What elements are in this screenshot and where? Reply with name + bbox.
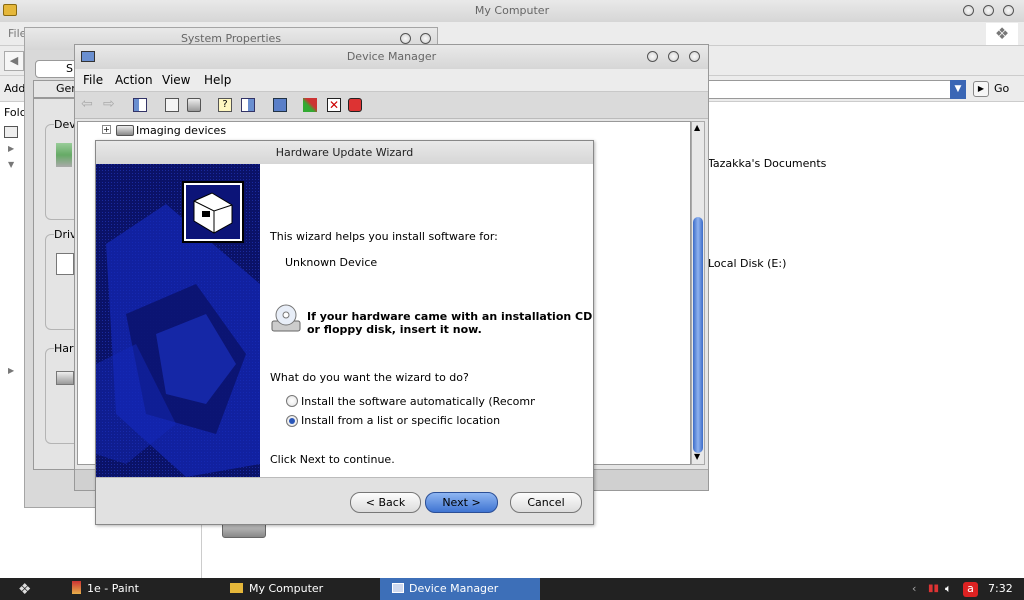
go-arrow-icon[interactable]: ▶ [973, 81, 989, 97]
dm-minimize-button[interactable] [647, 51, 658, 62]
scroll-up-icon[interactable]: ▲ [694, 123, 700, 132]
update-driver-icon[interactable] [303, 98, 317, 112]
driver-signing-icon [56, 253, 74, 275]
computer-icon [392, 583, 404, 593]
scroll-thumb[interactable] [693, 217, 703, 453]
device-stack-icon [56, 143, 72, 167]
imaging-devices-icon [116, 125, 134, 136]
local-disk-item[interactable]: Local Disk (E:) [708, 257, 786, 270]
address-label: Add [4, 82, 26, 95]
device-manager-title: Device Manager [346, 50, 437, 63]
sp-maximize-button[interactable] [400, 33, 411, 44]
list-install-radio[interactable] [286, 415, 298, 427]
hardware-update-wizard: Hardware Update Wizard This wizard helps… [95, 140, 594, 525]
clock[interactable]: 7:32 [988, 578, 1013, 600]
documents-item[interactable]: Tazakka's Documents [708, 157, 826, 170]
my-computer-titlebar: My Computer [0, 0, 1024, 22]
back-arrow-icon[interactable]: ◀ [4, 51, 24, 71]
device-manager-titlebar: Device Manager [75, 45, 708, 69]
dm-maximize-button[interactable] [668, 51, 679, 62]
wizard-titlebar: Hardware Update Wizard [96, 141, 593, 164]
next-button[interactable]: Next > [425, 492, 498, 513]
uninstall-icon[interactable]: ✕ [327, 98, 341, 112]
dm-menu-help[interactable]: Help [204, 69, 231, 91]
cd-prompt-line2: or floppy disk, insert it now. [307, 323, 482, 336]
continue-text: Click Next to continue. [270, 453, 395, 466]
print-icon[interactable] [187, 98, 201, 112]
paint-icon [72, 581, 81, 594]
sp-close-button[interactable] [420, 33, 431, 44]
dm-close-button[interactable] [689, 51, 700, 62]
view-icon[interactable] [241, 98, 255, 112]
hardware-wizard-icon [182, 181, 244, 243]
properties-icon[interactable] [165, 98, 179, 112]
wizard-banner [96, 164, 260, 477]
taskbar-item-device-manager[interactable]: Device Manager [380, 578, 540, 600]
cancel-button[interactable]: Cancel [510, 492, 582, 513]
show-hide-tree-icon[interactable] [133, 98, 147, 112]
radio-selected-dot [289, 418, 295, 424]
hardware-profile-icon [56, 371, 74, 385]
volume-icon[interactable]: 🔈︎ [945, 578, 952, 600]
dm-menu-file[interactable]: File [83, 69, 103, 91]
windows-logo-icon: ❖ [986, 23, 1018, 45]
network-signal-icon[interactable]: ▮▮ [928, 578, 939, 600]
tree-collapse-icon[interactable]: ▼ [8, 160, 14, 169]
start-button[interactable]: ❖ [18, 578, 31, 600]
folder-icon [3, 4, 17, 16]
forward-icon[interactable]: ⇨ [103, 96, 117, 112]
taskbar-item-paint[interactable]: 1e - Paint [72, 578, 222, 600]
folder-tree-icon [4, 126, 18, 138]
auto-install-label[interactable]: Install the software automatically (Reco… [301, 395, 535, 408]
security-alert-icon[interactable]: a [963, 582, 978, 597]
minimize-button[interactable] [963, 5, 974, 16]
help-icon[interactable]: ? [218, 98, 232, 112]
address-dropdown-icon[interactable]: ▼ [950, 80, 966, 99]
folder-icon [230, 583, 243, 593]
close-button[interactable] [1003, 5, 1014, 16]
tree-expander-icon[interactable]: + [102, 125, 111, 134]
cd-icon [270, 303, 302, 333]
dm-menu-bar: File Action View Help [75, 69, 708, 91]
auto-install-radio[interactable] [286, 395, 298, 407]
dm-scrollbar[interactable]: ▲ ▼ [691, 121, 705, 465]
computer-icon [81, 51, 95, 62]
wizard-button-bar: < Back Next > Cancel [96, 477, 593, 524]
wizard-title: Hardware Update Wizard [275, 146, 414, 159]
wizard-question: What do you want the wizard to do? [270, 371, 469, 384]
address-input[interactable] [700, 80, 966, 99]
go-button[interactable]: Go [994, 82, 1009, 95]
folders-label: Folc [4, 106, 26, 119]
imaging-devices-item[interactable]: Imaging devices [136, 124, 226, 137]
tray-chevron-icon[interactable]: ‹ [912, 578, 916, 600]
taskbar-item-my-computer[interactable]: My Computer [230, 578, 380, 600]
wizard-intro-text: This wizard helps you install software f… [270, 230, 498, 243]
cd-prompt-line1: If your hardware came with an installati… [307, 310, 593, 323]
scan-hardware-icon[interactable] [273, 98, 287, 112]
scroll-down-icon[interactable]: ▼ [694, 452, 700, 461]
dm-toolbar: ⇦ ⇨ ? ✕ [75, 91, 708, 119]
dm-menu-view[interactable]: View [162, 69, 190, 91]
dm-menu-action[interactable]: Action [115, 69, 153, 91]
back-icon[interactable]: ⇦ [81, 96, 95, 112]
tree-expand-icon[interactable]: ▶ [8, 144, 14, 153]
my-computer-title: My Computer [474, 4, 550, 17]
device-name-text: Unknown Device [285, 256, 378, 269]
wizard-content: This wizard helps you install software f… [260, 164, 593, 477]
maximize-button[interactable] [983, 5, 994, 16]
list-install-label[interactable]: Install from a list or specific location [301, 414, 500, 427]
tree-expand-icon[interactable]: ▶ [8, 366, 14, 375]
disable-icon[interactable] [348, 98, 362, 112]
back-button[interactable]: < Back [350, 492, 421, 513]
sp-device-label: Dev [54, 118, 76, 131]
